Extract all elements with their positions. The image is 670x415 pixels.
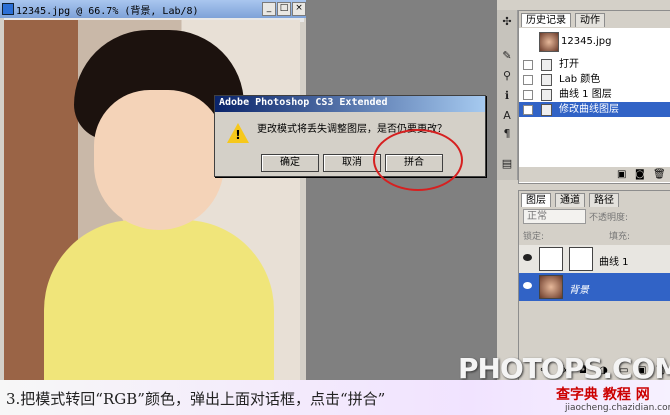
warning-exclamation: ! xyxy=(235,128,241,142)
history-item-label: 打开 xyxy=(559,59,579,70)
document-window: 12345.jpg @ 66.7% (背景, Lab/8) _ □ × xyxy=(0,0,306,380)
layer-comps-panel-icon[interactable]: ▤ xyxy=(499,156,515,172)
dialog-title: Adobe Photoshop CS3 Extended xyxy=(219,97,388,108)
eye-icon[interactable] xyxy=(523,254,532,261)
history-item-modify-curves[interactable]: 修改曲线图层 xyxy=(519,102,670,117)
character-panel-icon[interactable]: A xyxy=(499,108,515,124)
tab-history[interactable]: 历史记录 xyxy=(521,13,571,27)
new-document-icon[interactable]: ▣ xyxy=(617,169,626,180)
layer-row-background[interactable]: 背景 xyxy=(519,273,670,301)
ok-button[interactable]: 确定 xyxy=(261,154,319,172)
history-item-label: 修改曲线图层 xyxy=(559,104,619,115)
brush-panel-icon[interactable]: ✎ xyxy=(499,48,515,64)
fill-label: 填充: xyxy=(609,232,631,242)
dialog-titlebar[interactable]: Adobe Photoshop CS3 Extended xyxy=(215,96,485,112)
photo-shirt xyxy=(44,220,274,380)
snapshot-icon[interactable]: ◙ xyxy=(635,169,645,180)
snapshot-name: 12345.jpg xyxy=(561,36,612,47)
history-state-icon xyxy=(541,89,552,101)
blend-mode-select[interactable]: 正常 xyxy=(523,209,586,224)
panel-icon-strip: ✣ ✎ ⚲ ℹ A ¶ ▤ xyxy=(497,10,518,180)
highlight-circle xyxy=(373,129,463,191)
photoshop-doc-icon xyxy=(2,3,14,15)
history-item-label: 曲线 1 图层 xyxy=(559,89,612,100)
layer-thumbnail xyxy=(539,275,563,299)
history-snapshot[interactable]: 12345.jpg xyxy=(519,31,670,53)
layer-mask-thumbnail[interactable] xyxy=(569,247,593,271)
tab-layers[interactable]: 图层 xyxy=(521,193,551,207)
eye-icon[interactable] xyxy=(523,282,532,289)
history-state-icon xyxy=(541,74,552,86)
paragraph-panel-icon[interactable]: ¶ xyxy=(499,126,515,142)
history-state-icon xyxy=(541,104,552,116)
history-item-lab[interactable]: Lab 颜色 xyxy=(519,72,670,87)
tab-paths[interactable]: 路径 xyxy=(589,193,619,207)
tab-actions[interactable]: 动作 xyxy=(575,13,605,27)
minimize-button[interactable]: _ xyxy=(262,2,276,16)
layer-name: 曲线 1 xyxy=(599,257,629,268)
history-item-label: Lab 颜色 xyxy=(559,74,601,85)
document-title: 12345.jpg @ 66.7% (背景, Lab/8) xyxy=(16,6,199,17)
layer-name: 背景 xyxy=(569,285,589,296)
close-button[interactable]: × xyxy=(292,2,306,16)
history-panel: 历史记录 动作 12345.jpg 打开 Lab 颜色 曲线 1 图层 修改曲线… xyxy=(518,10,670,184)
layer-row-curves[interactable]: 曲线 1 xyxy=(519,245,670,273)
document-titlebar[interactable]: 12345.jpg @ 66.7% (背景, Lab/8) _ □ × xyxy=(0,0,306,18)
chazidian-watermark: 查字典 教程 网 xyxy=(556,387,650,403)
history-source-checkbox[interactable] xyxy=(523,60,533,70)
photo-face xyxy=(94,90,224,230)
history-item-curves-layer[interactable]: 曲线 1 图层 xyxy=(519,87,670,102)
curves-adjustment-icon xyxy=(539,247,563,271)
history-panel-icon[interactable]: ✣ xyxy=(499,14,515,30)
trash-icon[interactable]: 🗑 xyxy=(653,169,666,180)
snapshot-thumbnail xyxy=(539,32,559,52)
stamp-panel-icon[interactable]: ⚲ xyxy=(499,68,515,84)
tab-channels[interactable]: 通道 xyxy=(555,193,585,207)
url-watermark: jiaocheng.chazidian.com xyxy=(565,403,670,413)
history-state-icon xyxy=(541,59,552,71)
history-source-checkbox[interactable] xyxy=(523,105,533,115)
caption-text: 3.把模式转回“RGB”颜色，弹出上面对话框，点击“拼合” xyxy=(6,390,386,408)
history-source-checkbox[interactable] xyxy=(523,90,533,100)
history-item-open[interactable]: 打开 xyxy=(519,57,670,72)
maximize-button[interactable]: □ xyxy=(277,2,291,16)
history-footer: ▣ ◙ 🗑 xyxy=(519,167,670,182)
history-tab-bar: 历史记录 动作 xyxy=(519,11,670,28)
opacity-label: 不透明度: xyxy=(589,213,629,223)
history-source-checkbox[interactable] xyxy=(523,75,533,85)
canvas-photo[interactable] xyxy=(4,20,300,380)
lock-label: 锁定: xyxy=(523,232,545,242)
info-panel-icon[interactable]: ℹ xyxy=(499,88,515,104)
